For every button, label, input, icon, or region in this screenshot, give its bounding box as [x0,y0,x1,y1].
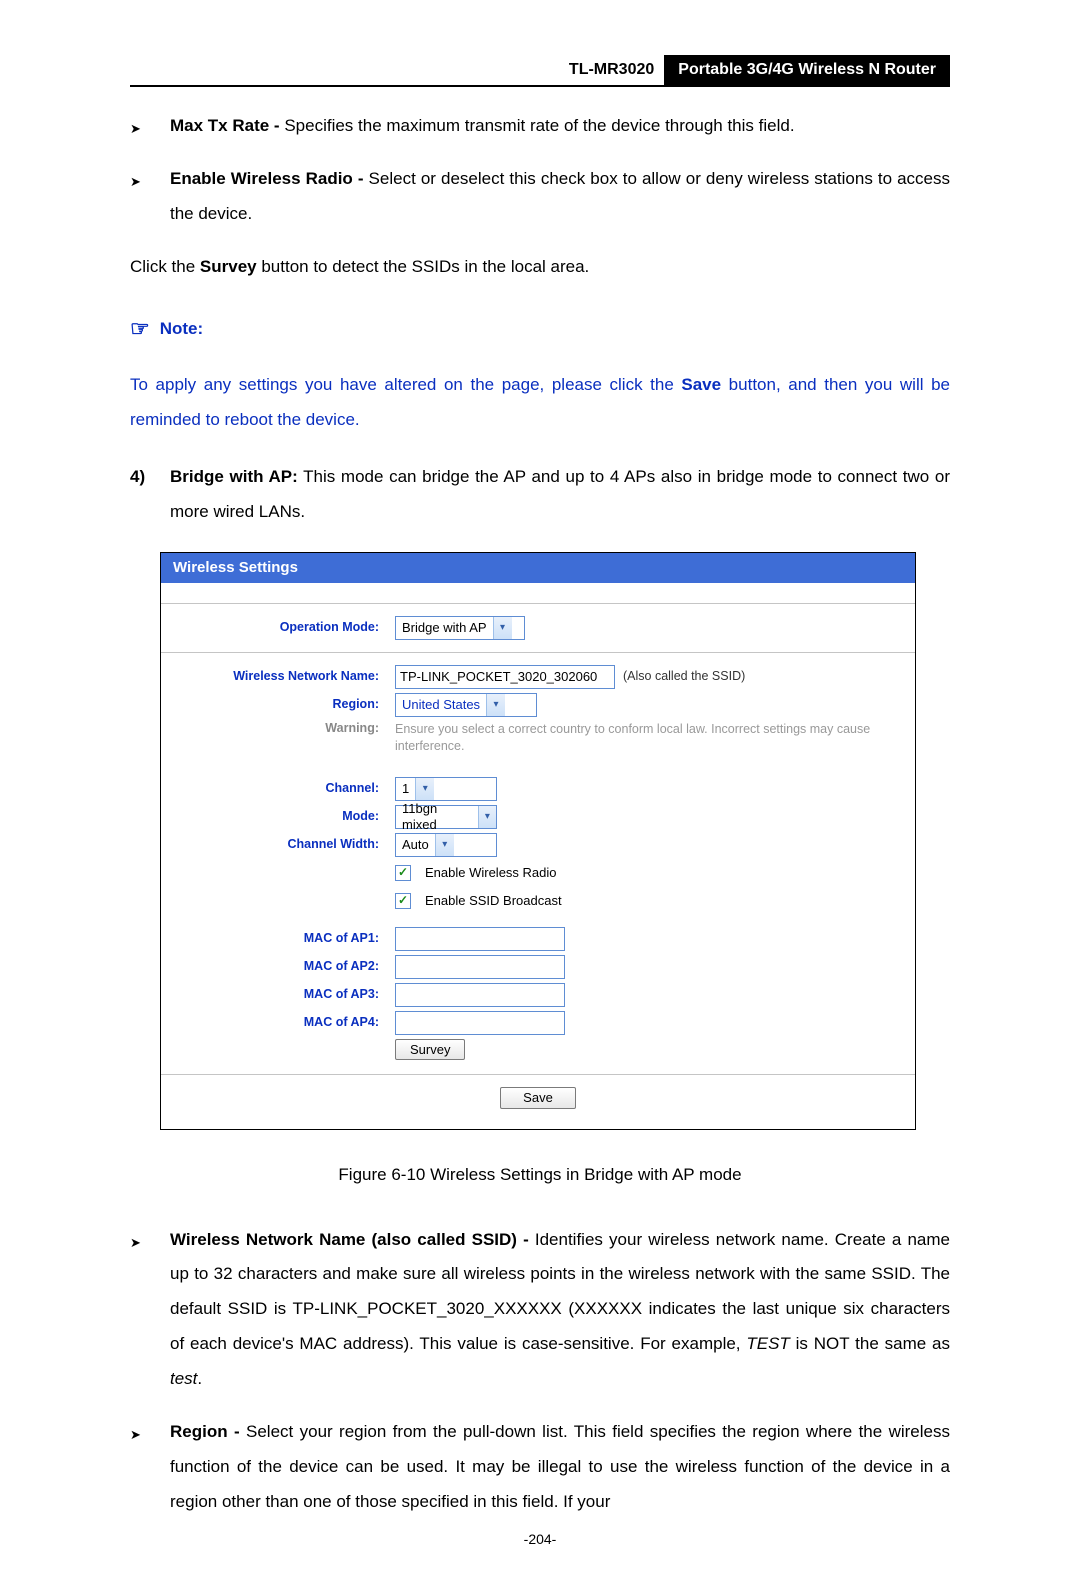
channel-value: 1 [396,781,415,797]
bullet-arrow-icon: ➤ [130,109,170,144]
bullet-bold: Wireless Network Name (also called SSID)… [170,1230,529,1249]
mac4-input[interactable] [395,1011,565,1035]
mode-value: 11bgn mixed [396,801,478,832]
region-value: United States [396,697,486,713]
mac1-input[interactable] [395,927,565,951]
bullet-max-tx-rate: ➤ Max Tx Rate - Specifies the maximum tr… [130,109,950,144]
survey-bold: Survey [200,257,257,276]
row-mode: Mode: 11bgn mixed ▾ [179,805,897,829]
save-button[interactable]: Save [500,1087,576,1109]
label-mode: Mode: [179,809,395,824]
row-enable-radio: ✓ Enable Wireless Radio [179,861,897,885]
numbered-item-4: 4) Bridge with AP: This mode can bridge … [130,460,950,530]
enable-ssid-checkbox[interactable]: ✓ [395,893,411,909]
chevron-down-icon: ▾ [415,778,434,800]
chevron-down-icon: ▾ [493,617,512,639]
chevron-down-icon: ▾ [478,806,496,828]
survey-instruction: Click the Survey button to detect the SS… [130,250,950,285]
bullet-arrow-icon: ➤ [130,1415,170,1520]
operation-mode-value: Bridge with AP [396,620,493,636]
bullet-bold: Enable Wireless Radio - [170,169,364,188]
panel-title: Wireless Settings [161,553,915,583]
label-mac1: MAC of AP1: [179,931,395,946]
enable-radio-checkbox[interactable]: ✓ [395,865,411,881]
bullet-arrow-icon: ➤ [130,1223,170,1397]
mac3-input[interactable] [395,983,565,1007]
label-mac2: MAC of AP2: [179,959,395,974]
survey-post: button to detect the SSIDs in the local … [257,257,590,276]
row-enable-ssid: ✓ Enable SSID Broadcast [179,889,897,913]
figure-caption: Figure 6-10 Wireless Settings in Bridge … [130,1158,950,1193]
wireless-name-input[interactable] [395,665,615,689]
row-mac3: MAC of AP3: [179,983,897,1007]
row-channel-width: Channel Width: Auto ▾ [179,833,897,857]
row-mac4: MAC of AP4: [179,1011,897,1035]
label-warning: Warning: [179,721,395,736]
header-model: TL-MR3020 [130,55,664,85]
channel-width-select[interactable]: Auto ▾ [395,833,497,857]
row-operation-mode: Operation Mode: Bridge with AP ▾ [179,616,897,640]
mac2-input[interactable] [395,955,565,979]
note-pre: To apply any settings you have altered o… [130,375,681,394]
channel-select[interactable]: 1 ▾ [395,777,497,801]
bullet-rest: Specifies the maximum transmit rate of t… [280,116,795,135]
page-header: TL-MR3020 Portable 3G/4G Wireless N Rout… [130,55,950,87]
chevron-down-icon: ▾ [435,834,454,856]
note-body: To apply any settings you have altered o… [130,368,950,438]
chevron-down-icon: ▾ [486,694,505,716]
page-content: ➤ Max Tx Rate - Specifies the maximum tr… [130,87,950,1519]
bullet-rest1: Select your region from the pull-down li… [170,1422,950,1511]
label-operation-mode: Operation Mode: [179,620,395,635]
row-mac2: MAC of AP2: [179,955,897,979]
wireless-settings-screenshot: Wireless Settings Operation Mode: Bridge… [160,552,916,1130]
note-title: Note: [160,312,203,347]
num-bold: Bridge with AP: [170,467,298,486]
bullet-bold: Region - [170,1422,240,1441]
pointing-hand-icon: ☞ [130,306,150,351]
ssid-aside: (Also called the SSID) [623,669,745,684]
bullet-region: ➤ Region - Select your region from the p… [130,1415,950,1520]
row-channel: Channel: 1 ▾ [179,777,897,801]
bullet-italic2: test [170,1369,197,1388]
row-wireless-name: Wireless Network Name: (Also called the … [179,665,897,689]
enable-radio-label: Enable Wireless Radio [425,865,557,881]
bullet-rest3: . [197,1369,202,1388]
operation-mode-select[interactable]: Bridge with AP ▾ [395,616,525,640]
bullet-rest2: is NOT the same as [790,1334,950,1353]
num-label: 4) [130,460,170,530]
bullet-wireless-network-name: ➤ Wireless Network Name (also called SSI… [130,1223,950,1397]
warning-text: Ensure you select a correct country to c… [395,721,897,755]
label-mac4: MAC of AP4: [179,1015,395,1030]
row-mac1: MAC of AP1: [179,927,897,951]
label-channel: Channel: [179,781,395,796]
mode-select[interactable]: 11bgn mixed ▾ [395,805,497,829]
survey-pre: Click the [130,257,200,276]
bullet-italic1: TEST [746,1334,789,1353]
survey-button[interactable]: Survey [395,1039,465,1061]
bullet-enable-wireless-radio: ➤ Enable Wireless Radio - Select or dese… [130,162,950,232]
header-product: Portable 3G/4G Wireless N Router [664,55,950,85]
label-channel-width: Channel Width: [179,837,395,852]
region-select[interactable]: United States ▾ [395,693,537,717]
row-survey: Survey [179,1039,897,1061]
bullet-arrow-icon: ➤ [130,162,170,232]
enable-ssid-label: Enable SSID Broadcast [425,893,562,909]
row-region: Region: United States ▾ [179,693,897,717]
label-region: Region: [179,697,395,712]
note-header: ☞ Note: [130,306,950,351]
label-wireless-name: Wireless Network Name: [179,669,395,684]
channel-width-value: Auto [396,837,435,853]
page-number: -204- [0,1531,1080,1547]
note-bold: Save [681,375,721,394]
bullet-bold: Max Tx Rate - [170,116,280,135]
label-mac3: MAC of AP3: [179,987,395,1002]
row-warning: Warning: Ensure you select a correct cou… [179,721,897,755]
